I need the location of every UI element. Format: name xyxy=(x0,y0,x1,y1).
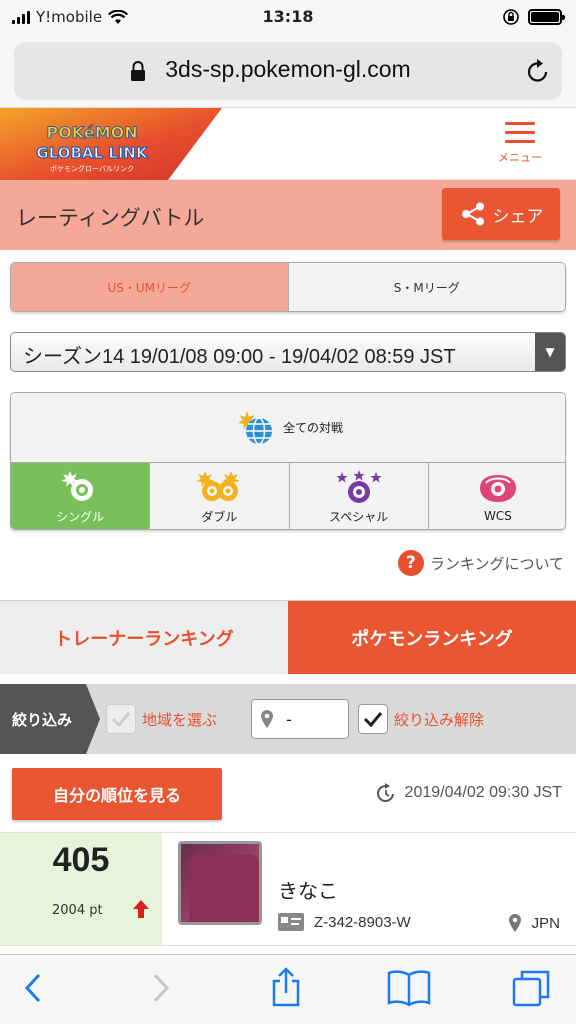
battle-type-double-label: ダブル xyxy=(201,509,238,524)
browser-bar: 3ds-sp.pokemon-gl.com xyxy=(0,36,576,108)
tabs-icon[interactable] xyxy=(512,969,552,1009)
battle-type-wcs[interactable]: WCS xyxy=(429,463,565,529)
location-pin-icon xyxy=(261,710,273,728)
location-value: - xyxy=(286,709,292,729)
share-icon xyxy=(461,202,484,226)
tab-trainer-ranking[interactable]: トレーナーランキング xyxy=(0,601,288,674)
ranking-tabs: トレーナーランキング ポケモンランキング xyxy=(0,600,576,674)
hamburger-icon xyxy=(494,122,546,143)
tab-s-m-league[interactable]: S・Mリーグ xyxy=(288,263,565,311)
browser-toolbar xyxy=(0,954,576,1024)
battle-type-all[interactable]: 全ての対戦 xyxy=(11,393,565,463)
address-bar[interactable]: 3ds-sp.pokemon-gl.com xyxy=(14,42,562,100)
view-my-rank-button[interactable]: 自分の順位を見る xyxy=(12,768,222,820)
status-bar: Y!mobile 13:18 xyxy=(0,0,576,36)
region-label: 地域を選ぶ xyxy=(142,710,218,729)
clock: 13:18 xyxy=(262,7,314,26)
refresh-clock-icon xyxy=(376,783,394,802)
id-card-icon xyxy=(278,913,304,931)
season-select[interactable]: シーズン14 19/01/08 09:00 - 19/04/02 08:59 J… xyxy=(10,332,566,372)
updated-timestamp: 2019/04/02 09:30 JST xyxy=(404,784,562,801)
forward-icon[interactable] xyxy=(150,971,172,1005)
page-title-bar: レーティングバトル シェア xyxy=(0,180,576,250)
battle-type-single-label: シングル xyxy=(56,509,105,524)
tab-pokemon-ranking[interactable]: ポケモンランキング xyxy=(288,601,576,674)
player-id-value: Z-342-8903-W xyxy=(314,913,411,931)
region-filter[interactable]: 地域を選ぶ xyxy=(106,704,217,734)
share-sheet-icon[interactable] xyxy=(270,967,302,1007)
status-right xyxy=(502,8,565,26)
special-battle-icon xyxy=(336,469,382,503)
location-field[interactable]: - xyxy=(251,699,349,739)
about-ranking-label: ランキングについて xyxy=(429,554,564,573)
check-icon xyxy=(363,712,383,727)
url-text: 3ds-sp.pokemon-gl.com xyxy=(165,56,411,82)
share-button[interactable]: シェア xyxy=(442,188,560,240)
battle-type-special[interactable]: スペシャル xyxy=(290,463,429,529)
share-label: シェア xyxy=(492,206,544,227)
site-header: POKéMON GLOBAL LINK ポケモングローバルリンク メニュー xyxy=(0,108,576,180)
trainer-name: きなこ xyxy=(278,879,338,903)
battle-type-list: シングル ダブル スペシャル WCS xyxy=(11,463,565,529)
pokemon-global-link-logo[interactable]: POKéMON GLOBAL LINK ポケモングローバルリンク xyxy=(0,108,222,180)
battle-type-special-label: スペシャル xyxy=(329,509,389,524)
dropdown-arrow-icon: ▼ xyxy=(535,333,565,371)
about-ranking-link[interactable]: ? ランキングについて xyxy=(397,550,564,576)
clear-filter-checkbox[interactable] xyxy=(358,704,388,734)
clear-filter-label: 絞り込み解除 xyxy=(394,710,485,729)
location-pin-icon xyxy=(508,914,521,932)
filter-label: 絞り込み xyxy=(0,684,100,754)
reload-icon[interactable] xyxy=(526,58,550,84)
trainer-avatar xyxy=(178,841,262,925)
battle-type-all-label: 全ての対戦 xyxy=(282,421,343,435)
globe-icon xyxy=(237,410,272,445)
check-icon xyxy=(111,712,131,727)
battle-type-single[interactable]: シングル xyxy=(11,463,151,529)
menu-label: メニュー xyxy=(498,151,542,164)
wcs-icon xyxy=(479,475,516,502)
menu-button[interactable]: メニュー xyxy=(494,122,546,174)
help-icon: ? xyxy=(397,550,424,576)
country-code: JPN xyxy=(531,914,560,932)
back-icon[interactable] xyxy=(22,971,44,1005)
logo-text-kana: ポケモングローバルリンク xyxy=(50,164,134,173)
player-country: JPN xyxy=(508,913,560,933)
bookmarks-icon[interactable] xyxy=(386,969,432,1007)
single-battle-icon xyxy=(61,470,94,501)
logo-text-pokemon: POKéMON xyxy=(46,123,137,142)
filter-bar: 絞り込み 地域を選ぶ - 絞り込み解除 xyxy=(0,684,576,754)
clear-filter[interactable]: 絞り込み解除 xyxy=(358,704,484,734)
rating-points: 2004 pt xyxy=(52,903,103,918)
battery-icon xyxy=(528,9,565,25)
player-id: Z-342-8903-W xyxy=(278,913,411,931)
double-battle-icon xyxy=(196,470,241,501)
page-title: レーティングバトル xyxy=(16,206,205,230)
battle-type-double[interactable]: ダブル xyxy=(150,463,290,529)
orientation-lock-icon xyxy=(503,9,519,25)
region-checkbox[interactable] xyxy=(106,704,136,734)
rank-cell: 405 2004 pt xyxy=(0,833,162,945)
ranking-row[interactable]: 405 2004 pt きなこ Z-342-8903-W JPN xyxy=(0,832,576,946)
league-tabs: US・UMリーグ S・Mリーグ xyxy=(10,262,566,312)
last-updated: 2019/04/02 09:30 JST xyxy=(375,782,562,804)
battle-type-wcs-label: WCS xyxy=(483,509,512,523)
logo-text-global-link: GLOBAL LINK xyxy=(36,144,149,162)
battle-type-selector: 全ての対戦 シングル ダブル スペシャル WCS xyxy=(10,392,566,530)
rank-up-icon xyxy=(133,900,149,918)
season-selected-value: シーズン14 19/01/08 09:00 - 19/04/02 08:59 J… xyxy=(23,346,456,368)
rank-number: 405 xyxy=(52,841,110,879)
tab-us-um-league[interactable]: US・UMリーグ xyxy=(11,263,289,311)
